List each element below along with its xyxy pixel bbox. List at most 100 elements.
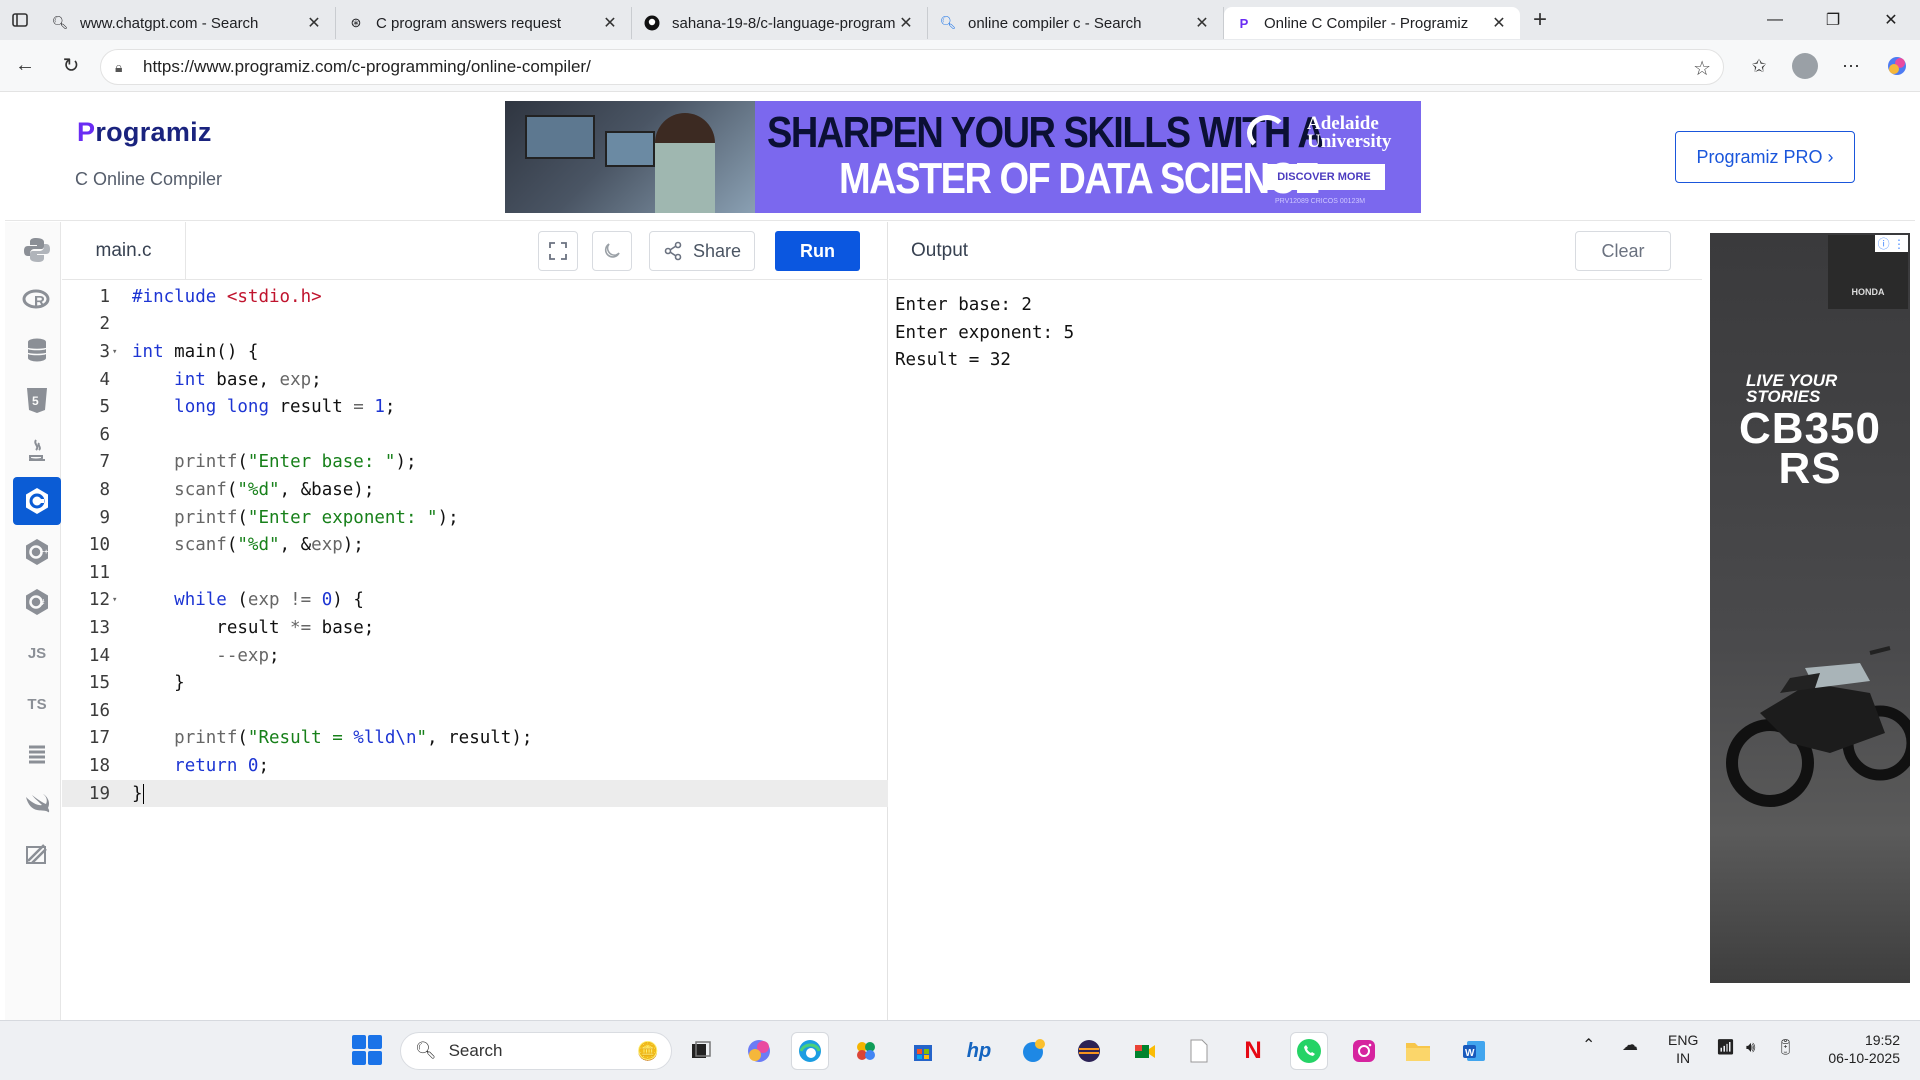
discover-more-button[interactable]: DISCOVER MORE [1263,164,1385,190]
code-line: 4 int base, exp; [99,369,322,390]
ad-banner[interactable]: SHARPEN YOUR SKILLS WITH A MASTER OF DAT… [505,101,1421,213]
fold-toggle-icon[interactable]: ▾ [112,595,120,605]
html-icon[interactable]: 5 [13,376,61,424]
window-controls: — ❐ ✕ [1746,0,1920,40]
meet-video-icon[interactable] [1126,1032,1164,1070]
browser-tab[interactable]: sahana-19-8/c-language-program ✕ [632,7,928,39]
file-explorer-icon[interactable] [1399,1032,1437,1070]
browser-tab[interactable]: 🔍︎ online compiler c - Search ✕ [928,7,1224,39]
python-icon[interactable] [13,226,61,274]
copilot-app-icon[interactable] [740,1032,778,1070]
page-subtitle: C Online Compiler [75,169,223,189]
logo-text: rogramiz [95,117,212,147]
browser-tab[interactable]: 🔍︎ www.chatgpt.com - Search ✕ [40,7,336,39]
favorite-star-icon[interactable]: ☆ [1693,56,1711,81]
clock-time: 19:52 [1864,1032,1900,1048]
microsoft-store-icon[interactable] [904,1032,942,1070]
copilot-icon[interactable] [1874,46,1920,86]
programiz-pro-button[interactable]: Programiz PRO › [1675,131,1855,183]
java-icon[interactable] [13,427,61,475]
clear-button[interactable]: Clear [1575,231,1671,271]
code-line: 12 ▾ while (exp != 0) { [88,590,364,611]
r-language-icon[interactable]: R [13,276,61,324]
instagram-icon[interactable] [1345,1032,1383,1070]
browser-tab-active[interactable]: P Online C Compiler - Programiz ✕ [1224,7,1520,39]
output-title: Output [911,240,969,261]
favorites-icon[interactable]: ✩ [1736,46,1782,86]
javascript-icon[interactable]: JS [13,629,61,677]
whatsapp-icon[interactable] [1290,1032,1328,1070]
windows-taskbar: 🔍︎ Search 🪙 hp N W ⌃ ☁ ENG IN 📶︎ 🔊︎ 🔋︎ 1… [0,1020,1920,1080]
side-ad[interactable]: HONDA ⓘ ⋮ LIVE YOUR STORIES CB350 RS [1710,233,1910,983]
minimize-icon[interactable]: — [1746,0,1804,40]
file-tab-main-c[interactable]: main.c [62,222,186,280]
more-menu-icon[interactable]: ⋯ [1828,46,1874,86]
netflix-icon[interactable]: N [1234,1032,1272,1070]
sync-error-icon[interactable]: ☁ [1622,1037,1638,1055]
c-language-icon[interactable] [13,477,61,525]
wifi-icon[interactable]: 📶︎ [1716,1039,1735,1057]
swift-icon[interactable] [13,780,61,828]
start-menu-icon[interactable] [352,1035,382,1065]
code-area[interactable]: 1 #include <stdio.h> 2 3 ▾ int main() { 4 i… [62,281,888,1020]
eclipse-ide-icon[interactable] [1070,1032,1108,1070]
csharp-icon[interactable]: # [13,578,61,626]
programiz-icon: P [1239,15,1249,31]
output-console[interactable]: Enter base: 2 Enter exponent: 5 Result =… [895,292,1074,375]
fold-toggle-icon[interactable]: ▾ [112,347,120,357]
hp-support-icon[interactable] [1015,1032,1053,1070]
motorcycle-image [1726,646,1910,807]
hp-app-icon[interactable]: hp [960,1032,998,1070]
go-icon[interactable] [13,730,61,778]
url-field[interactable]: 🔒︎ https://www.programiz.com/c-programmi… [100,49,1724,85]
close-tab-icon[interactable]: ✕ [601,13,619,33]
typescript-icon[interactable]: TS [13,680,61,728]
word-app-icon[interactable]: W [1455,1032,1493,1070]
clock[interactable]: 19:52 06-10-2025 [1816,1031,1900,1067]
svg-text:R: R [34,293,45,310]
edge-browser-icon[interactable] [791,1032,829,1070]
search-placeholder: Search [448,1041,503,1060]
search-icon: 🔍︎ [939,15,957,30]
close-tab-icon[interactable]: ✕ [897,13,915,33]
sql-database-icon[interactable] [13,326,61,374]
tab-actions-icon[interactable] [0,0,40,40]
output-panel: Output Clear Enter base: 2 Enter exponen… [889,222,1702,1020]
photos-app-icon[interactable] [847,1032,885,1070]
new-tab-icon[interactable]: + [1520,0,1560,40]
profile-avatar[interactable] [1792,53,1818,79]
ad-info-icon[interactable]: ⓘ ⋮ [1874,235,1908,252]
close-tab-icon[interactable]: ✕ [1490,13,1508,33]
reload-icon[interactable]: ↻ [48,46,94,86]
language-indicator[interactable]: ENG IN [1668,1031,1698,1067]
share-label: Share [692,240,742,261]
close-window-icon[interactable]: ✕ [1862,0,1920,40]
task-view-icon[interactable] [682,1032,720,1070]
taskbar-search[interactable]: 🔍︎ Search 🪙 [400,1032,672,1070]
browser-tab[interactable]: ⊛ C program answers request ✕ [336,7,632,39]
volume-icon[interactable]: 🔊︎ [1746,1039,1755,1057]
restore-icon[interactable]: ❐ [1804,0,1862,40]
code-line-current: 19} [62,779,888,808]
banner-headline-1: SHARPEN YOUR SKILLS WITH A [767,109,1325,158]
search-highlight-icon: 🪙 [636,1040,659,1061]
run-button[interactable]: Run [775,231,860,271]
code-line: 2 [99,314,110,335]
code-line: 15 } [88,673,185,694]
back-icon[interactable]: ← [2,46,48,86]
university-name: Adelaide University [1307,113,1392,152]
cpp-icon[interactable]: ++ [13,528,61,576]
show-hidden-icons[interactable]: ⌃ [1582,1037,1595,1055]
rust-icon[interactable] [13,830,61,878]
programiz-logo[interactable]: Programiz [77,117,212,148]
site-info-icon[interactable]: 🔒︎ [115,59,133,76]
close-tab-icon[interactable]: ✕ [1193,13,1211,33]
dark-mode-moon-icon[interactable] [592,231,632,271]
fullscreen-icon[interactable] [538,231,578,271]
close-tab-icon[interactable]: ✕ [305,13,323,33]
battery-icon[interactable]: 🔋︎ [1776,1039,1795,1057]
blank-document-icon[interactable] [1180,1032,1218,1070]
code-line: 9 printf("Enter exponent: "); [99,507,459,528]
svg-text:5: 5 [32,394,39,408]
share-button[interactable]: Share [649,231,755,271]
